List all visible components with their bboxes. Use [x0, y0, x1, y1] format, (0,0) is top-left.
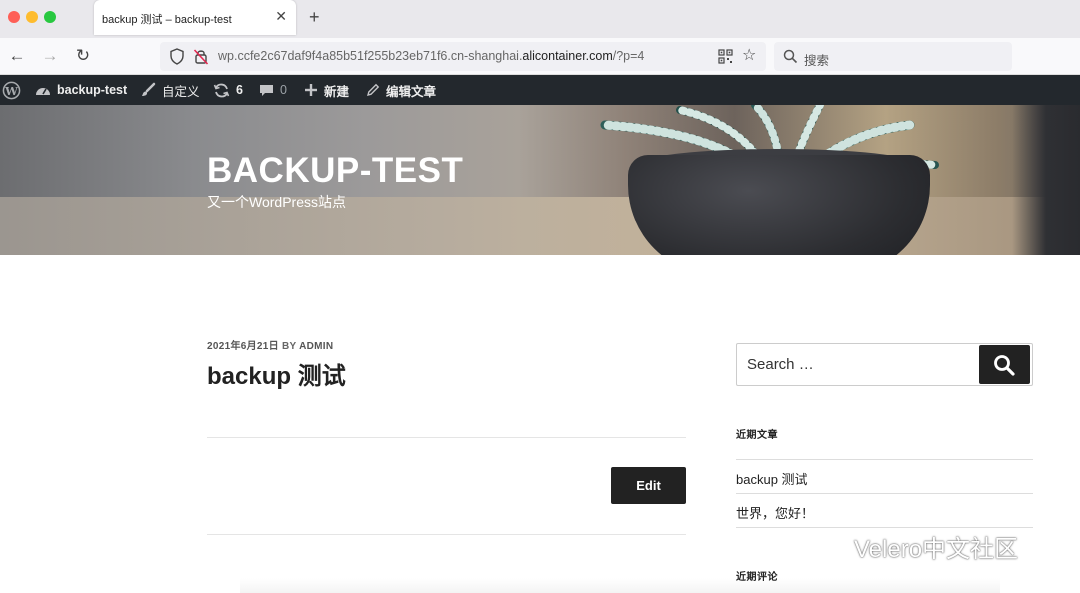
recent-post-link[interactable]: backup 测试 — [736, 469, 808, 488]
post-by-label: BY — [282, 341, 297, 352]
paintbrush-icon — [142, 82, 156, 96]
sidebar-search-input[interactable]: Search … — [747, 356, 814, 373]
admin-bar-site-label: backup-test — [57, 83, 128, 97]
comment-icon — [260, 84, 273, 96]
sidebar-search-form: Search … — [736, 343, 1033, 386]
window-minimize-button[interactable] — [26, 11, 38, 23]
recent-posts-title: 近期文章 — [736, 430, 778, 441]
post-author[interactable]: ADMIN — [299, 341, 333, 352]
site-title[interactable]: BACKUP-TEST — [207, 151, 463, 191]
window-close-button[interactable] — [8, 11, 20, 23]
post-title: backup 测试 — [207, 363, 346, 390]
tab-title: backup 测试 – backup-test — [102, 14, 232, 26]
admin-bar-updates[interactable]: 6 — [213, 75, 243, 105]
insecure-lock-icon[interactable] — [193, 48, 209, 65]
search-icon — [783, 49, 798, 64]
qr-code-icon[interactable] — [718, 49, 733, 64]
back-arrow-icon[interactable]: ← — [7, 46, 27, 66]
url-text: wp.ccfe2c67daf9f4a85b51f255b23eb71f6.cn-… — [218, 49, 645, 63]
divider — [207, 437, 686, 438]
admin-bar-customize[interactable]: 自定义 — [140, 75, 200, 105]
reload-icon[interactable]: ↻ — [73, 46, 93, 66]
site-header-banner: BACKUP-TEST 又一个WordPress站点 — [0, 105, 1080, 255]
browser-tab[interactable]: backup 测试 – backup-test ✕ — [94, 0, 296, 35]
post-meta: 2021年6月21日 BY ADMIN — [207, 337, 333, 352]
comments-count: 0 — [280, 83, 287, 97]
admin-bar-edit-post[interactable]: 编辑文章 — [366, 75, 436, 105]
header-image-pot — [628, 155, 930, 255]
search-icon — [994, 355, 1015, 376]
plus-icon — [305, 84, 317, 96]
divider — [736, 493, 1033, 494]
shield-icon[interactable] — [169, 48, 185, 65]
browser-tab-bar: backup 测试 – backup-test ✕ + — [0, 0, 1080, 38]
divider — [207, 534, 686, 535]
browser-search-input[interactable]: 搜索 — [774, 42, 1012, 71]
admin-bar-customize-label: 自定义 — [162, 84, 200, 99]
window-zoom-button[interactable] — [44, 11, 56, 23]
wp-admin-bar: W backup-test 自定义 6 0 新建 编辑文章 — [0, 75, 1080, 105]
sidebar-search-button[interactable] — [979, 345, 1030, 384]
admin-bar-edit-post-label: 编辑文章 — [386, 84, 437, 99]
updates-count: 6 — [236, 83, 243, 97]
admin-bar-new[interactable]: 新建 — [304, 75, 349, 105]
recent-comments-title: 近期评论 — [736, 572, 778, 583]
comments-area-edge — [240, 578, 1000, 593]
address-bar[interactable]: wp.ccfe2c67daf9f4a85b51f255b23eb71f6.cn-… — [160, 42, 766, 71]
updates-icon — [213, 83, 230, 97]
pencil-icon — [367, 83, 380, 96]
divider — [736, 459, 1033, 460]
admin-bar-new-label: 新建 — [324, 84, 350, 99]
plus-icon[interactable]: + — [309, 7, 320, 27]
edit-button[interactable]: Edit — [611, 467, 686, 504]
recent-post-link[interactable]: 世界，您好！ — [736, 503, 814, 522]
forward-arrow-icon[interactable]: → — [40, 46, 60, 66]
site-description: 又一个WordPress站点 — [207, 194, 346, 210]
watermark-text: Velero中文社区 — [854, 535, 1019, 563]
admin-bar-site-name[interactable]: backup-test — [35, 75, 127, 105]
search-placeholder: 搜索 — [804, 54, 830, 68]
svg-text:W: W — [4, 83, 18, 97]
admin-bar-comments[interactable]: 0 — [259, 75, 287, 105]
watermark: Velero中文社区 — [808, 528, 1018, 564]
header-image-shadow — [1012, 105, 1080, 255]
bookmark-star-icon[interactable]: ☆ — [742, 47, 756, 65]
wechat-icon — [810, 533, 845, 559]
post-date[interactable]: 2021年6月21日 — [207, 341, 279, 352]
wordpress-logo-icon[interactable]: W — [2, 75, 27, 105]
close-icon[interactable]: ✕ — [275, 8, 287, 24]
browser-nav-bar: ← → ↻ wp.ccfe2c67daf9f4a85b51f255b23eb71… — [0, 38, 1080, 75]
dashboard-icon — [36, 88, 50, 95]
